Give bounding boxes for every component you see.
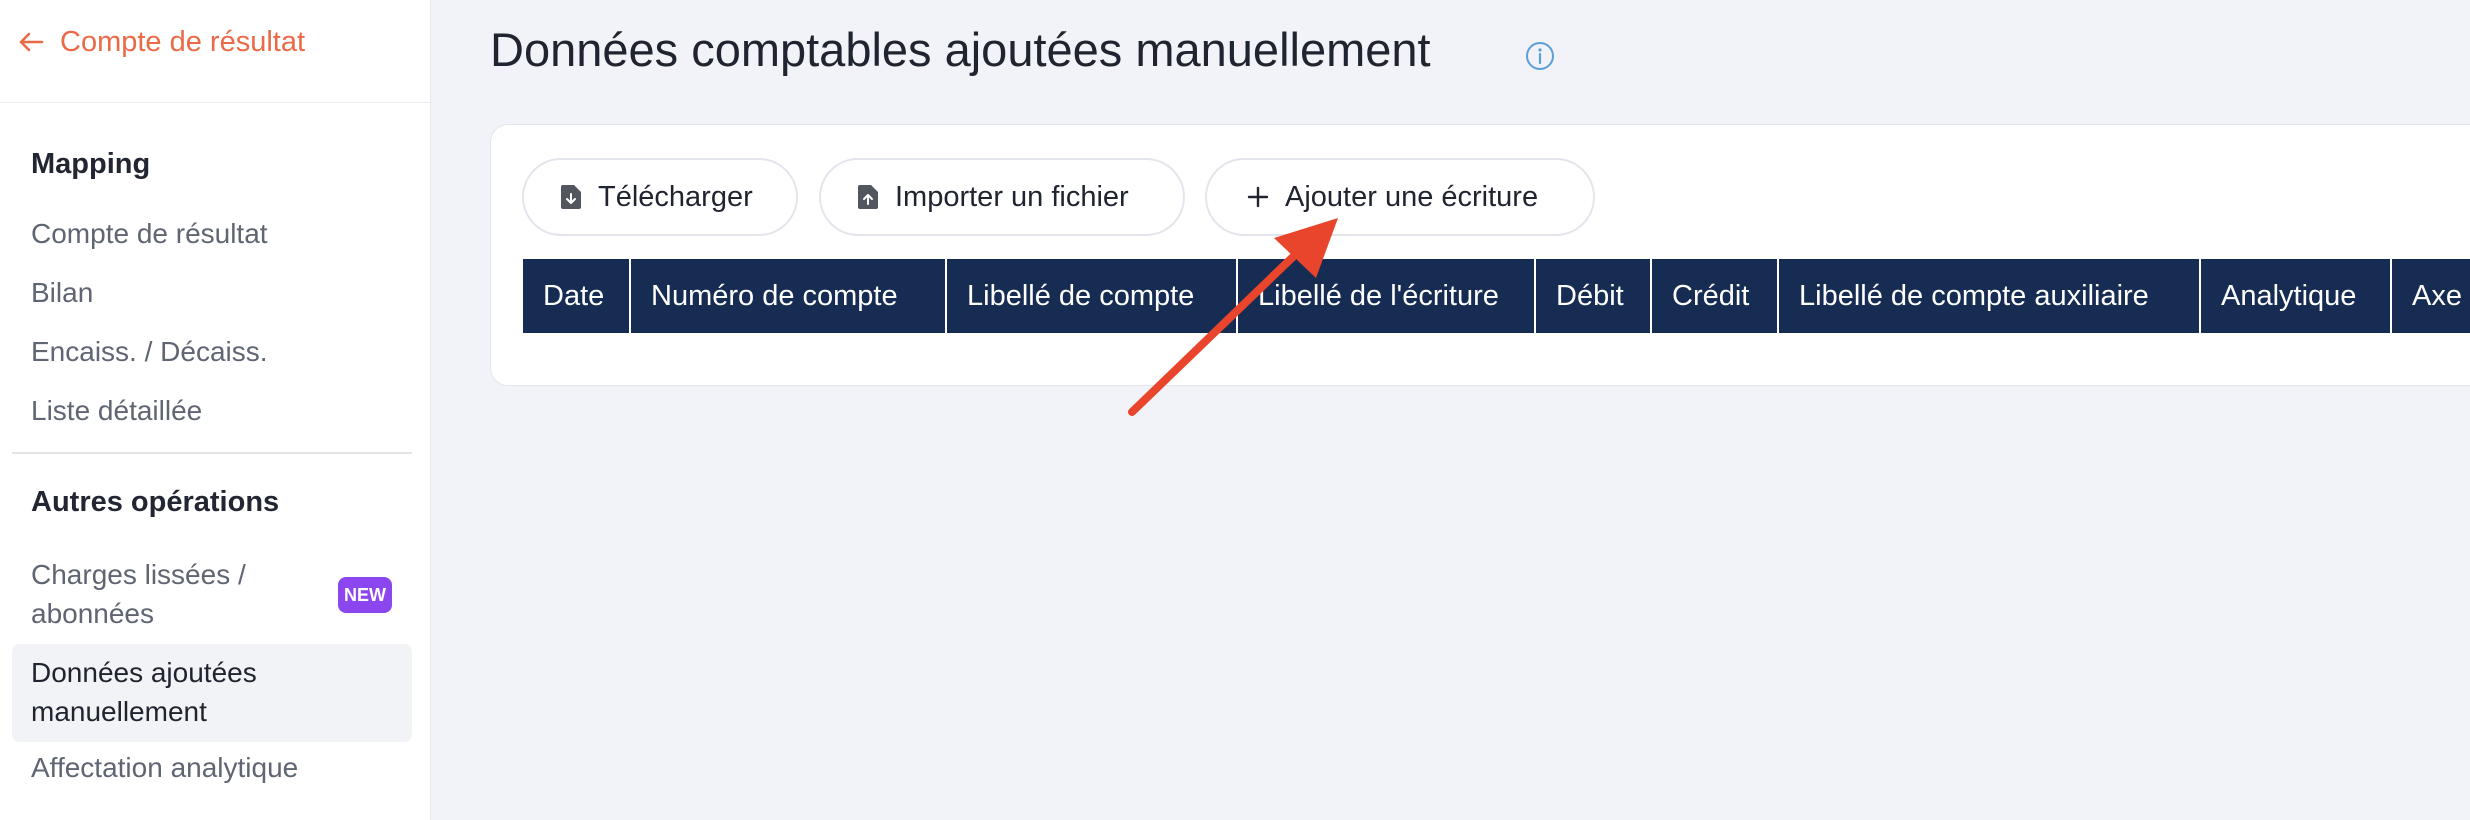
section-title-autres-operations: Autres opérations	[31, 486, 280, 518]
section-title-mapping: Mapping	[31, 148, 151, 180]
sidebar-item-charges-lissees[interactable]: Charges lissées / abonnées	[31, 555, 246, 633]
add-entry-button-label: Ajouter une écriture	[1285, 180, 1539, 213]
sidebar-item-donnees-ajoutees[interactable]: Données ajoutées manuellement	[31, 653, 257, 731]
column-header-numero-de-compte[interactable]: Numéro de compte	[631, 259, 947, 333]
download-button[interactable]: Télécharger	[522, 158, 798, 236]
sidebar-item-compte-de-resultat[interactable]: Compte de résultat	[31, 218, 268, 250]
download-button-label: Télécharger	[598, 180, 753, 213]
back-link[interactable]: Compte de résultat	[18, 20, 305, 64]
page-title: Données comptables ajoutées manuellement	[490, 23, 1431, 76]
column-header-libelle-compte-auxiliaire[interactable]: Libellé de compte auxiliaire	[1779, 259, 2201, 333]
sidebar-item-affectation-analytique[interactable]: Affectation analytique	[31, 752, 298, 784]
arrow-left-icon	[18, 31, 44, 53]
sidebar-item-liste-detaillee[interactable]: Liste détaillée	[31, 395, 202, 427]
sidebar-item-label: Charges lissées /	[31, 559, 246, 590]
sidebar: Compte de résultat Mapping Compte de rés…	[0, 0, 431, 820]
sidebar-item-label: manuellement	[31, 696, 207, 727]
back-link-label: Compte de résultat	[60, 25, 306, 58]
new-badge: NEW	[338, 577, 392, 613]
divider	[12, 452, 412, 454]
annotation-arrow-icon	[1128, 218, 1338, 416]
sidebar-item-bilan[interactable]: Bilan	[31, 277, 93, 309]
file-upload-icon	[857, 184, 879, 210]
column-header-axe[interactable]: Axe	[2392, 259, 2470, 333]
column-header-debit[interactable]: Débit	[1536, 259, 1652, 333]
column-header-date[interactable]: Date	[523, 259, 631, 333]
sidebar-item-label: abonnées	[31, 598, 155, 629]
sidebar-item-label: Données ajoutées	[31, 657, 257, 688]
info-icon[interactable]	[1524, 40, 1556, 77]
divider	[0, 102, 430, 103]
table-header: Date Numéro de compte Libellé de compte …	[523, 259, 2470, 333]
import-button-label: Importer un fichier	[895, 180, 1129, 213]
file-download-icon	[560, 184, 582, 210]
plus-icon	[1247, 186, 1269, 208]
column-header-analytique[interactable]: Analytique	[2201, 259, 2392, 333]
column-header-credit[interactable]: Crédit	[1652, 259, 1779, 333]
sidebar-item-encaiss-decaiss[interactable]: Encaiss. / Décaiss.	[31, 336, 268, 368]
